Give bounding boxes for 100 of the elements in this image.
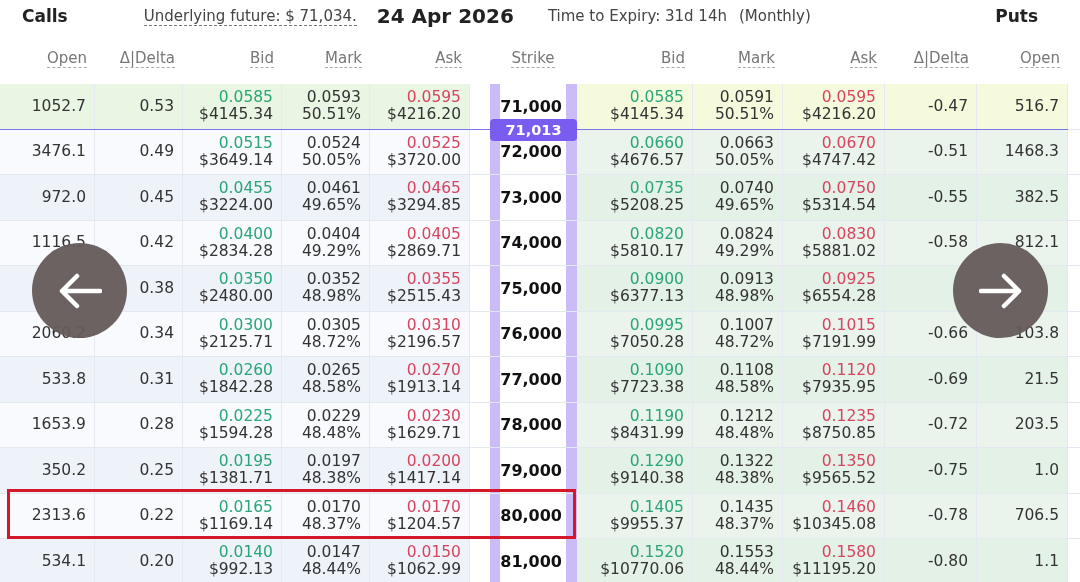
open-interest: 2313.6 (31, 507, 86, 525)
bid-usd: $4676.57 (610, 151, 684, 169)
implied-volatility: 49.65% (301, 197, 361, 215)
bid-price: 0.0585 (629, 89, 684, 107)
bid-usd: $3649.14 (199, 151, 273, 169)
open-interest: 533.8 (41, 370, 86, 388)
implied-volatility: 48.37% (301, 515, 361, 533)
bid-usd: $6377.13 (610, 288, 684, 306)
mark-price: 0.0265 (306, 362, 361, 380)
bid-price: 0.0260 (218, 362, 273, 380)
calls-label: Calls (22, 6, 68, 26)
expiry-date: 24 Apr 2026 (376, 4, 514, 28)
delta-value: 0.53 (139, 97, 174, 115)
open-interest: 21.5 (1024, 370, 1059, 388)
time-to-expiry: Time to Expiry: 31d 14h (547, 7, 727, 25)
strike-price: 74,000 (500, 233, 562, 253)
implied-volatility: 49.29% (714, 242, 774, 260)
delta-value: 0.34 (139, 325, 174, 343)
column-header[interactable]: Open (1019, 48, 1060, 68)
underlying-price[interactable]: Underlying future: $ 71,034. (143, 6, 357, 26)
open-interest: 706.5 (1014, 507, 1059, 525)
bid-price: 0.1190 (629, 407, 684, 425)
bid-usd: $8431.99 (610, 424, 684, 442)
implied-volatility: 49.65% (714, 197, 774, 215)
column-header[interactable]: Δ|Delta (913, 48, 969, 68)
column-header[interactable]: Mark (738, 48, 775, 68)
arrow-left-icon (57, 272, 102, 309)
implied-volatility: 48.72% (714, 333, 774, 351)
ask-usd: $2196.57 (387, 333, 461, 351)
mark-price: 0.0740 (719, 180, 774, 198)
mark-price: 0.0663 (719, 134, 774, 152)
ask-price: 0.0595 (406, 89, 461, 107)
implied-volatility: 48.98% (714, 288, 774, 306)
ask-price: 0.0925 (821, 271, 876, 289)
column-header[interactable]: Ask (850, 48, 877, 68)
ask-price: 0.1120 (821, 362, 876, 380)
ask-price: 0.0200 (406, 453, 461, 471)
column-header[interactable]: Ask (435, 48, 462, 68)
column-header[interactable]: Bid (250, 48, 274, 68)
mark-price: 0.0461 (306, 180, 361, 198)
bid-usd: $2834.28 (199, 242, 273, 260)
delta-value: -0.55 (927, 188, 968, 206)
mark-price: 0.0824 (719, 225, 774, 243)
delta-value: 0.49 (139, 143, 174, 161)
strike-price: 76,000 (500, 324, 562, 344)
strike-price: 80,000 (500, 506, 562, 526)
strike-price: 79,000 (500, 460, 562, 480)
mark-price: 0.0229 (306, 407, 361, 425)
delta-value: -0.78 (927, 507, 968, 525)
column-header[interactable]: Open (46, 48, 87, 68)
ask-price: 0.0170 (406, 498, 461, 516)
ask-price: 0.0230 (406, 407, 461, 425)
ask-usd: $11195.20 (792, 561, 876, 579)
expiry-cycle: (Monthly) (738, 7, 811, 25)
bid-price: 0.1520 (629, 544, 684, 562)
mark-price: 0.0305 (306, 316, 361, 334)
mark-price: 0.0524 (306, 134, 361, 152)
delta-value: -0.47 (927, 97, 968, 115)
strike-price: 77,000 (500, 369, 562, 389)
bid-price: 0.0195 (218, 453, 273, 471)
mark-price: 0.0404 (306, 225, 361, 243)
bid-usd: $10770.06 (600, 561, 684, 579)
delta-value: 0.20 (139, 552, 174, 570)
column-header[interactable]: Bid (661, 48, 685, 68)
ask-price: 0.0405 (406, 225, 461, 243)
open-interest: 1.1 (1034, 552, 1059, 570)
mark-price: 0.0591 (719, 89, 774, 107)
bid-price: 0.0350 (218, 271, 273, 289)
ask-usd: $10345.08 (792, 515, 876, 533)
ask-price: 0.1350 (821, 453, 876, 471)
delta-value: -0.69 (927, 370, 968, 388)
delta-value: -0.75 (927, 461, 968, 479)
option-row[interactable]: 534.1 0.20 0.0140 $992.13 0.0147 48.44% 0.0150 $1062.99 81,000 0.1520 $10770.06 0.1553 48.44% 0.1580 $11195.20 -0.80 1.1 (0, 539, 1080, 582)
bid-usd: $2480.00 (199, 288, 273, 306)
bid-usd: $7050.28 (610, 333, 684, 351)
ask-price: 0.0750 (821, 180, 876, 198)
implied-volatility: 48.58% (714, 379, 774, 397)
open-interest: 350.2 (41, 461, 86, 479)
ask-usd: $8750.85 (802, 424, 876, 442)
implied-volatility: 48.48% (301, 424, 361, 442)
bid-price: 0.0995 (629, 316, 684, 334)
strike-price: 72,000 (500, 142, 562, 162)
implied-volatility: 48.44% (714, 561, 774, 579)
ask-price: 0.0830 (821, 225, 876, 243)
bid-price: 0.0300 (218, 316, 273, 334)
strike-price: 78,000 (500, 415, 562, 435)
bid-price: 0.0820 (629, 225, 684, 243)
strike-price: 75,000 (500, 278, 562, 298)
bid-price: 0.0660 (629, 134, 684, 152)
column-header[interactable]: Strike (511, 48, 555, 68)
column-header[interactable]: Δ|Delta (119, 48, 175, 68)
ask-price: 0.0270 (406, 362, 461, 380)
mark-price: 0.0352 (306, 271, 361, 289)
open-interest: 1116.5 (31, 234, 86, 252)
delta-value: -0.51 (927, 143, 968, 161)
delta-value: 0.31 (139, 370, 174, 388)
delta-value: 0.45 (139, 188, 174, 206)
implied-volatility: 50.51% (714, 106, 774, 124)
bid-usd: $4145.34 (199, 106, 273, 124)
column-header[interactable]: Mark (325, 48, 362, 68)
